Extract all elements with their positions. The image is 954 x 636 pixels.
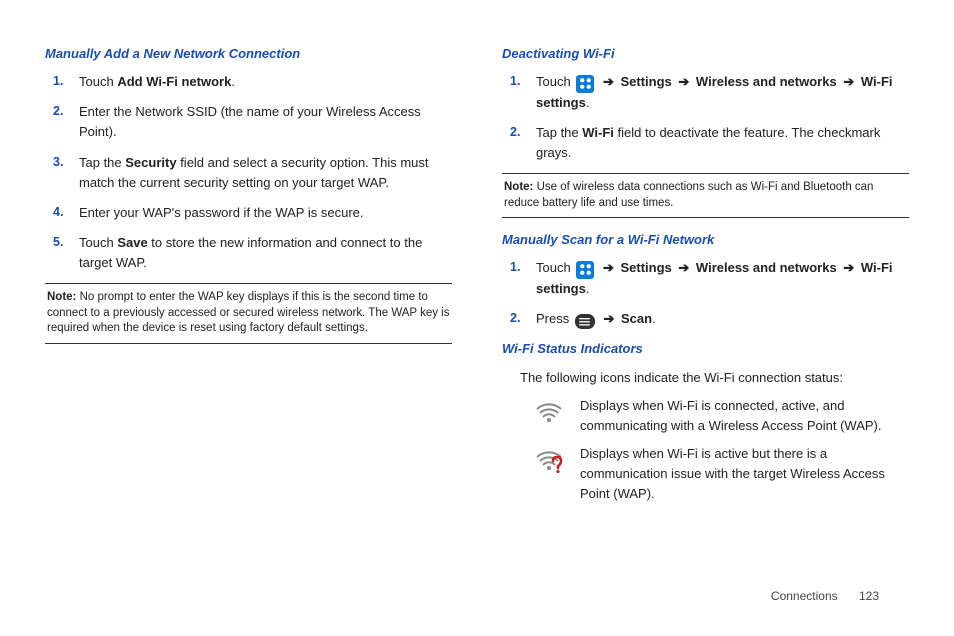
- step-text: Enter your WAP's password if the WAP is …: [79, 203, 452, 223]
- step-text: Tap the Wi-Fi field to deactivate the fe…: [536, 123, 909, 163]
- step-text: Touch Add Wi-Fi network.: [79, 72, 452, 92]
- note-label: Note:: [47, 291, 76, 303]
- steps-manual-add: 1. Touch Add Wi-Fi network. 2. Enter the…: [45, 72, 452, 273]
- step-text: Enter the Network SSID (the name of your…: [79, 102, 452, 142]
- steps-deactivate: 1. Touch ➔ Settings ➔ Wireless and netwo…: [502, 72, 909, 163]
- menu-icon: [575, 314, 595, 329]
- step-number: 2.: [502, 123, 536, 163]
- note-battery: Note: Use of wireless data connections s…: [502, 173, 909, 218]
- note-wap-key: Note: No prompt to enter the WAP key dis…: [45, 283, 452, 344]
- footer-section: Connections: [771, 589, 838, 603]
- step-text: Press ➔ Scan.: [536, 309, 909, 330]
- status-text: Displays when Wi-Fi is connected, active…: [580, 396, 909, 436]
- step-number: 1.: [502, 72, 536, 113]
- step-number: 4.: [45, 203, 79, 223]
- apps-icon: [576, 75, 594, 93]
- note-body: No prompt to enter the WAP key displays …: [47, 291, 449, 334]
- wifi-issue-icon: [532, 444, 566, 473]
- step-number: 2.: [45, 102, 79, 142]
- status-intro: The following icons indicate the Wi-Fi c…: [502, 368, 909, 388]
- step-text: Touch ➔ Settings ➔ Wireless and networks…: [536, 258, 909, 299]
- step-text: Tap the Security field and select a secu…: [79, 153, 452, 193]
- step-number: 1.: [45, 72, 79, 92]
- step-text: Touch ➔ Settings ➔ Wireless and networks…: [536, 72, 909, 113]
- right-column: Deactivating Wi-Fi 1. Touch ➔ Settings ➔…: [502, 40, 909, 510]
- note-body: Use of wireless data connections such as…: [504, 181, 873, 209]
- status-row-issue: Displays when Wi-Fi is active but there …: [532, 444, 909, 504]
- status-row-connected: Displays when Wi-Fi is connected, active…: [532, 396, 909, 436]
- wifi-connected-icon: [532, 396, 566, 423]
- steps-scan: 1. Touch ➔ Settings ➔ Wireless and netwo…: [502, 258, 909, 329]
- heading-status-indicators: Wi-Fi Status Indicators: [502, 339, 909, 359]
- footer-page-number: 123: [859, 589, 879, 603]
- apps-icon: [576, 261, 594, 279]
- note-label: Note:: [504, 181, 533, 193]
- status-text: Displays when Wi-Fi is active but there …: [580, 444, 909, 504]
- step-number: 5.: [45, 233, 79, 273]
- step-number: 2.: [502, 309, 536, 330]
- page-footer: Connections 123: [771, 587, 879, 606]
- step-number: 1.: [502, 258, 536, 299]
- step-number: 3.: [45, 153, 79, 193]
- heading-manual-add: Manually Add a New Network Connection: [45, 44, 452, 64]
- left-column: Manually Add a New Network Connection 1.…: [45, 40, 452, 510]
- heading-deactivating: Deactivating Wi-Fi: [502, 44, 909, 64]
- step-text: Touch Save to store the new information …: [79, 233, 452, 273]
- heading-manual-scan: Manually Scan for a Wi-Fi Network: [502, 230, 909, 250]
